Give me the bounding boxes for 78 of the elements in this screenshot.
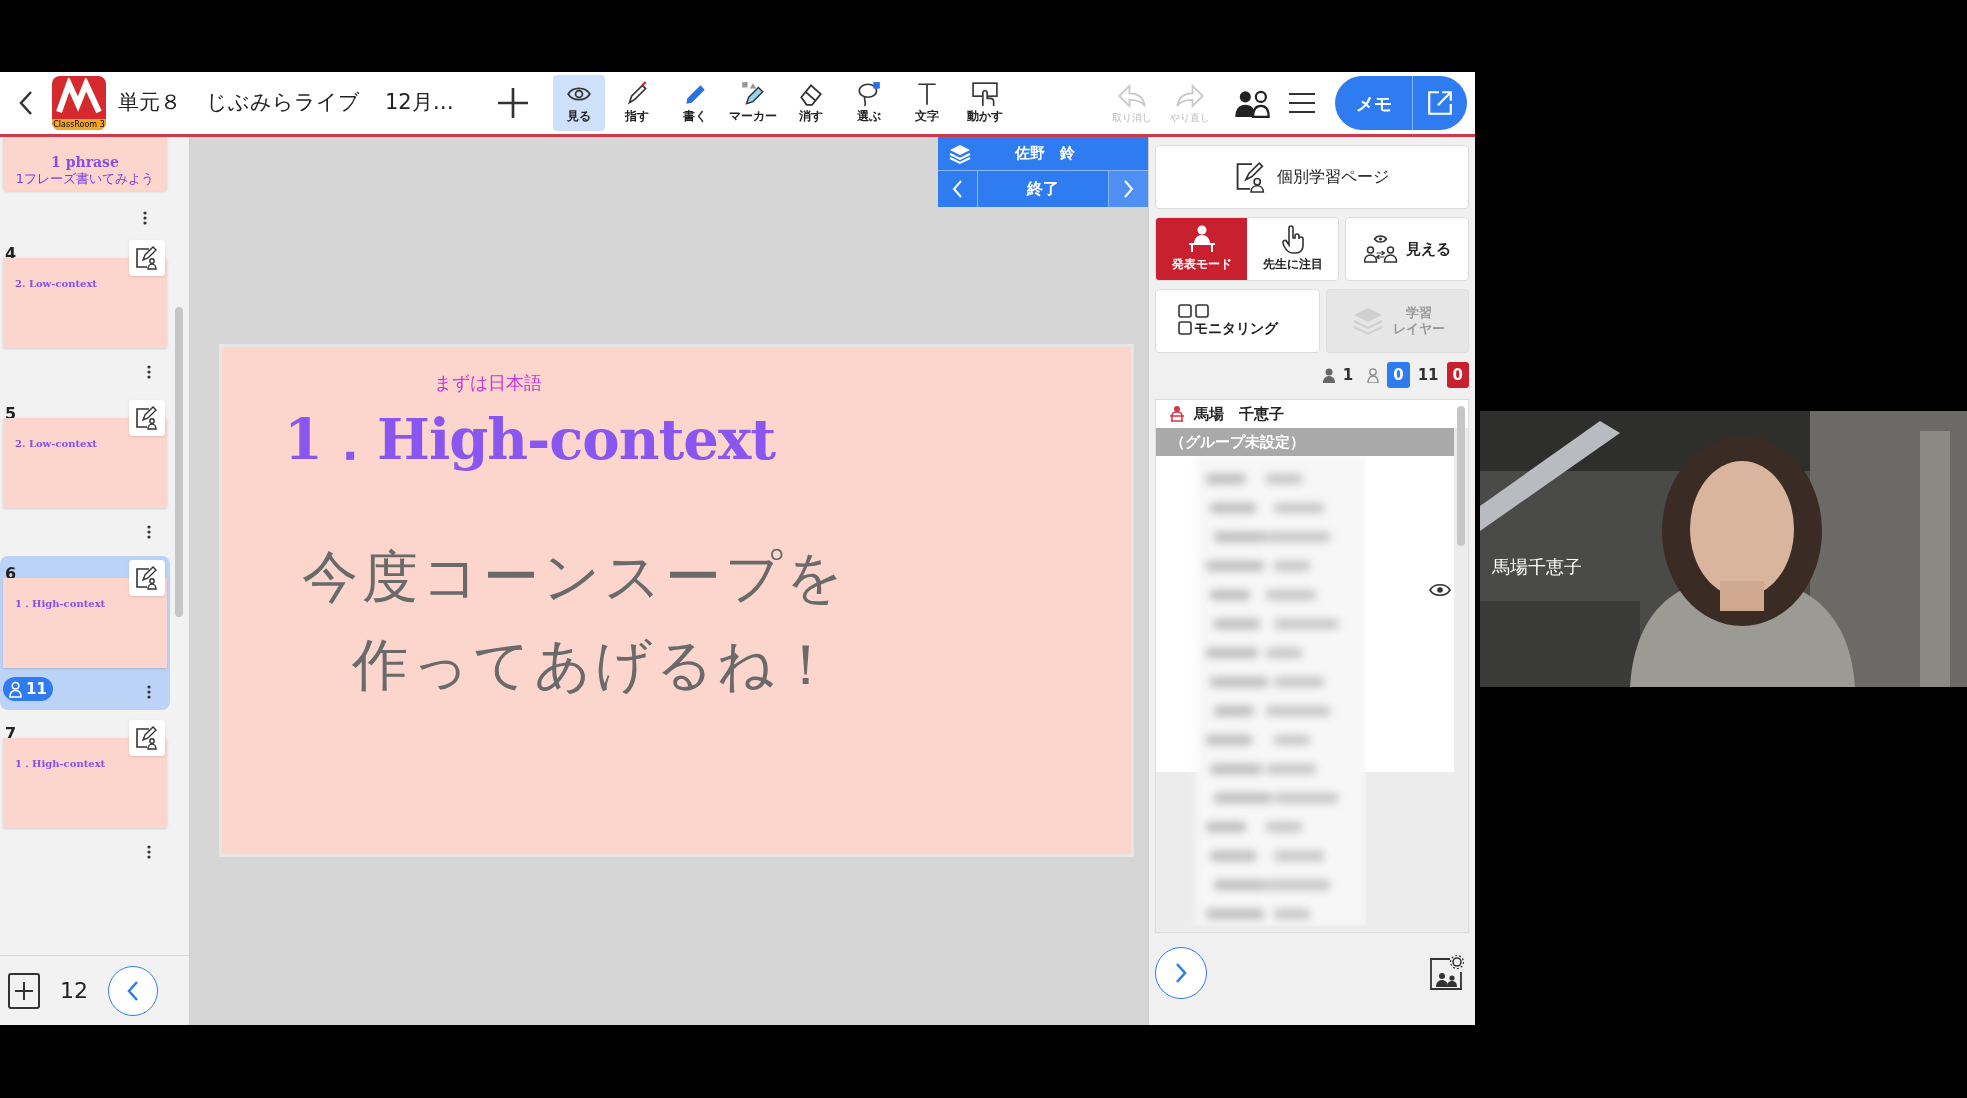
individual-page-button[interactable]	[129, 720, 165, 756]
participant-name: 馬場千恵子	[1492, 555, 1582, 579]
title-text: 単元８	[118, 89, 181, 117]
square-icon	[1178, 321, 1192, 335]
slide-thumbnail[interactable]: 2. Low-context	[3, 258, 167, 348]
more-icon	[147, 525, 151, 539]
external-link-icon	[1426, 89, 1454, 117]
individual-page-button[interactable]: 個別学習ページ	[1155, 145, 1469, 209]
person-icon	[1322, 367, 1335, 383]
plus-icon	[497, 88, 528, 118]
presenter-name: 佐野 鈴	[1013, 143, 1076, 165]
tool-button[interactable]: マーカー	[726, 75, 779, 131]
grid-icon	[1178, 303, 1209, 318]
handwritten-text: 今度コーンスープを	[302, 543, 847, 611]
tool-button[interactable]: 消す	[784, 75, 837, 131]
teacher-name: 馬場 千恵子	[1194, 403, 1284, 425]
person-icon	[9, 680, 22, 698]
app-logo: ClassRoom 3	[52, 76, 106, 130]
tool-button[interactable]: 見る	[552, 75, 605, 131]
slide-title: 1．High-context	[284, 405, 776, 474]
end-button[interactable]: 終了	[978, 171, 1108, 207]
hand-icon	[970, 81, 999, 107]
slide-note: まずは日本語	[434, 371, 542, 395]
more-icon	[147, 845, 151, 859]
student-count: 11	[1417, 364, 1439, 386]
chevron-left-icon	[952, 180, 963, 198]
tool-button[interactable]: 書く	[668, 75, 721, 131]
chevron-left-icon	[126, 979, 140, 1002]
edit-person-icon	[135, 726, 159, 750]
chevron-right-icon	[1174, 962, 1188, 984]
mode-button[interactable]: 発表モード	[1156, 218, 1247, 280]
individual-page-button[interactable]	[129, 400, 165, 436]
edit-person-icon	[135, 406, 159, 430]
chevron-right-icon	[1123, 180, 1134, 198]
group-header: （グループ未設定）	[1156, 428, 1454, 456]
person-outline-icon	[1367, 367, 1380, 383]
layers-icon	[948, 142, 972, 165]
individual-page-button[interactable]	[129, 240, 165, 276]
individual-page-button[interactable]	[129, 560, 165, 596]
people-eye-icon	[1363, 234, 1398, 264]
slide-thumbnail[interactable]: 1．High-context	[3, 738, 167, 828]
more-icon	[147, 685, 151, 699]
menu-icon	[1289, 92, 1315, 114]
tool-button[interactable]: 指す	[610, 75, 663, 131]
slide-thumbnail[interactable]: 1 phrase 1フレーズ書いてみよう	[3, 137, 167, 191]
teacher-count: 1	[1342, 364, 1354, 386]
page-count: 12	[60, 977, 88, 1005]
more-icon	[147, 365, 151, 379]
expand-button[interactable]	[1155, 947, 1207, 999]
tool-button[interactable]: 文字	[900, 75, 953, 131]
group-settings-icon	[1428, 954, 1466, 992]
title-text: 12月…	[385, 89, 454, 117]
scrollbar[interactable]	[175, 307, 183, 617]
add-page-button[interactable]	[8, 972, 40, 1009]
edit-person-icon	[135, 246, 159, 270]
presenter-icon	[1170, 405, 1184, 423]
edit-person-icon	[1235, 161, 1267, 193]
presenter-icon	[1187, 225, 1216, 255]
title-text: じぶみらライブ	[206, 89, 360, 117]
slide-thumbnail[interactable]: 2. Low-context	[3, 418, 167, 508]
monitoring-button[interactable]: モニタリング	[1155, 289, 1320, 353]
handwritten-text: 作ってあげるね！	[352, 631, 838, 699]
online-count-badge: 0	[1387, 362, 1410, 388]
viewer-count-badge: 11	[3, 677, 53, 701]
slide-thumbnail[interactable]: 1．High-context	[3, 578, 167, 668]
edit-person-icon	[135, 566, 159, 590]
tool-button[interactable]: 選ぶ	[842, 75, 895, 131]
eye-icon	[1429, 583, 1451, 597]
plus-icon	[15, 981, 33, 1000]
people-icon	[1232, 88, 1272, 118]
scrollbar[interactable]	[1457, 406, 1465, 546]
mode-button[interactable]: 先生に注目	[1247, 218, 1338, 280]
collapse-button[interactable]	[108, 965, 158, 1016]
offline-count-badge: 0	[1446, 362, 1469, 388]
more-icon	[143, 211, 147, 225]
next-button[interactable]	[1108, 171, 1148, 207]
mode-button[interactable]: 見える	[1345, 217, 1469, 281]
tool-button[interactable]: 動かす	[958, 75, 1011, 131]
